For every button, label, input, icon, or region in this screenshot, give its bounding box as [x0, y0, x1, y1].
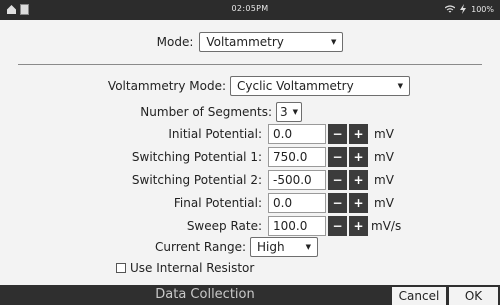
- voltammetry-mode-label: Voltammetry Mode:: [107, 79, 226, 93]
- unit-label: mV: [374, 150, 394, 164]
- segments-value: 3: [280, 105, 288, 119]
- field-label: Initial Potential:: [168, 127, 262, 141]
- clock: 02:05PM: [231, 4, 269, 13]
- segments-dropdown[interactable]: 3 ▼: [276, 102, 302, 122]
- increment-button[interactable]: +: [349, 147, 368, 167]
- current-range-value: High: [257, 240, 285, 254]
- segments-label: Number of Segments:: [140, 105, 272, 119]
- battery-charging-icon: [459, 4, 467, 14]
- voltammetry-mode-value: Cyclic Voltammetry: [237, 79, 354, 93]
- initial-potential-row: Initial Potential: 0.0 − + mV: [80, 124, 394, 144]
- sweep-rate-row: Sweep Rate: 100.0 − + mV/s: [80, 216, 401, 236]
- decrement-button[interactable]: −: [328, 124, 347, 144]
- internal-resistor-checkbox[interactable]: [116, 263, 126, 273]
- switching-potential-2-input[interactable]: -500.0: [268, 170, 326, 190]
- decrement-button[interactable]: −: [328, 193, 347, 213]
- internal-resistor-row: Use Internal Resistor: [116, 261, 254, 275]
- current-range-dropdown[interactable]: High ▼: [250, 237, 318, 257]
- chevron-down-icon: ▼: [397, 82, 403, 90]
- chevron-down-icon: ▼: [330, 38, 337, 46]
- unit-label: mV: [374, 196, 394, 210]
- unit-label: mV: [374, 127, 394, 141]
- wifi-icon: [445, 4, 456, 14]
- field-label: Final Potential:: [173, 196, 262, 210]
- cancel-button[interactable]: Cancel: [392, 287, 446, 305]
- status-right: 100%: [445, 4, 494, 14]
- decrement-button[interactable]: −: [328, 216, 347, 236]
- switching-potential-1-input[interactable]: 750.0: [268, 147, 326, 167]
- final-potential-input[interactable]: 0.0: [268, 193, 326, 213]
- mode-label: Mode:: [156, 35, 194, 49]
- bottom-bar: Data Collection Cancel OK: [0, 285, 500, 305]
- status-bar: 02:05PM 100%: [0, 0, 500, 20]
- divider: [18, 64, 482, 65]
- unit-label: mV: [374, 173, 394, 187]
- switching-potential-1-row: Switching Potential 1: 750.0 − + mV: [80, 147, 394, 167]
- field-label: Sweep Rate:: [186, 219, 262, 233]
- current-range-row: Current Range: High ▼: [0, 237, 318, 257]
- increment-button[interactable]: +: [349, 216, 368, 236]
- voltammetry-mode-dropdown[interactable]: Cyclic Voltammetry ▼: [230, 76, 410, 96]
- internal-resistor-label[interactable]: Use Internal Resistor: [130, 261, 254, 275]
- decrement-button[interactable]: −: [328, 147, 347, 167]
- voltammetry-mode-row: Voltammetry Mode: Cyclic Voltammetry ▼: [0, 76, 410, 96]
- final-potential-row: Final Potential: 0.0 − + mV: [80, 193, 394, 213]
- unit-label: mV/s: [371, 219, 402, 233]
- mode-dropdown[interactable]: Voltammetry ▼: [199, 32, 344, 52]
- increment-button[interactable]: +: [349, 170, 368, 190]
- switching-potential-2-row: Switching Potential 2: -500.0 − + mV: [80, 170, 394, 190]
- decrement-button[interactable]: −: [328, 170, 347, 190]
- battery-level: 100%: [471, 4, 494, 14]
- mode-value: Voltammetry: [206, 35, 284, 49]
- mode-row: Mode: Voltammetry ▼: [0, 32, 500, 52]
- field-label: Switching Potential 2:: [131, 173, 262, 187]
- sweep-rate-input[interactable]: 100.0: [268, 216, 326, 236]
- initial-potential-input[interactable]: 0.0: [268, 124, 326, 144]
- increment-button[interactable]: +: [349, 193, 368, 213]
- field-label: Switching Potential 1:: [131, 150, 262, 164]
- increment-button[interactable]: +: [349, 124, 368, 144]
- ok-button[interactable]: OK: [449, 287, 498, 305]
- chevron-down-icon: ▼: [305, 243, 311, 251]
- bottom-title: Data Collection: [155, 287, 255, 302]
- settings-panel: Mode: Voltammetry ▼ Voltammetry Mode: Cy…: [0, 20, 500, 285]
- segments-row: Number of Segments: 3 ▼: [0, 102, 302, 122]
- current-range-label: Current Range:: [155, 240, 246, 254]
- chevron-down-icon: ▼: [292, 108, 298, 116]
